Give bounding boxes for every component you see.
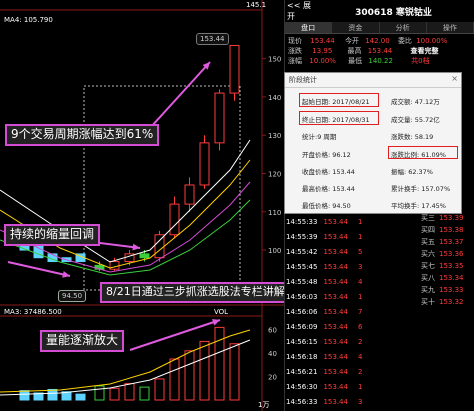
trade-row: 14:55:33 153.44 1: [286, 218, 363, 226]
panel-header: << 展开 300618 寒锐钴业: [285, 0, 474, 22]
trade-row: 14:56:33 153.44 3: [286, 398, 363, 406]
volume-bar: [139, 386, 150, 401]
unit-label: 1万: [258, 401, 270, 409]
trade-row: 14:56:09 153.44 6: [286, 323, 363, 331]
trade-row: 14:56:21 153.44 2: [286, 368, 363, 376]
cum-turnover: 累计换手: 157.07%: [391, 185, 451, 193]
annotation-shrink: 持续的缩量回调: [4, 224, 101, 246]
high-price: 最高价格: 153.44: [302, 185, 355, 193]
candle-body: [139, 253, 150, 259]
panel-tabs: 盘口 资金 分析 操作: [285, 22, 474, 34]
tab-pankou[interactable]: 盘口: [285, 22, 333, 33]
buy-level-row: 买十 153.32: [421, 298, 464, 306]
stat-periods: 统计:9 周期: [302, 133, 337, 141]
candle-body: [199, 142, 210, 186]
candle-body: [169, 203, 180, 236]
change-pct: 涨跌比例: 61.09%: [391, 151, 446, 159]
candle-body: [214, 92, 225, 144]
tab-fenxi[interactable]: 分析: [380, 22, 427, 33]
volume-bar: [199, 340, 210, 401]
quote-row: 涨幅 10.00% 最低 140.22 共0档: [288, 57, 430, 65]
low-price: 最低价格: 94.50: [302, 202, 351, 210]
annotation-volume: 量能逐渐放大: [40, 330, 125, 352]
close-price: 收盘价格: 153.44: [302, 168, 355, 176]
avg-turnover: 平均换手: 17.45%: [391, 202, 446, 210]
volume-bar: [75, 393, 86, 401]
volume-bar: [154, 378, 165, 401]
vol-axis-label: 40: [268, 350, 277, 358]
volume-bar: [169, 358, 180, 401]
volume-bar: [124, 383, 135, 401]
candle-body: [229, 44, 240, 94]
volume: 成交量: 55.72亿: [391, 116, 440, 124]
axis-tick-label: 140: [268, 94, 281, 102]
volume-ma-line: [0, 329, 251, 393]
axis-tick-label: 120: [268, 170, 281, 178]
arrow-head: [62, 271, 70, 278]
view-full-link[interactable]: 查看完整: [410, 47, 438, 55]
arrow-head: [212, 318, 220, 326]
trade-row: 14:56:15 153.44 2: [286, 338, 363, 346]
start-date: 起始日期: 2017/08/21: [302, 98, 370, 106]
buy-level-row: 买八 153.34: [421, 274, 464, 282]
collapse-button[interactable]: << 展开: [285, 0, 313, 22]
axis-tick-label: 130: [268, 132, 281, 140]
volume-bar: [229, 343, 240, 401]
quote-row: 现价 153.44 今开 142.00 委比 100.00%: [288, 37, 448, 45]
trade-row: 14:56:18 153.44 4: [286, 353, 363, 361]
volume-bar: [214, 326, 225, 401]
change: 涨跌数: 58.19: [391, 133, 434, 141]
buy-level-row: 买五 153.37: [421, 238, 464, 246]
vol-axis-label: 60: [268, 327, 277, 335]
buy-level-row: 买四 153.38: [421, 226, 464, 234]
end-date: 终止日期: 2017/08/31: [302, 116, 370, 124]
tab-caozuo[interactable]: 操作: [427, 22, 474, 33]
ma-value: MA4: 105.790: [4, 16, 53, 24]
kline-chart[interactable]: 15014013012011010090604020 MA4: 105.790 …: [0, 0, 291, 411]
volume-bar: [109, 387, 120, 401]
candle-body: [184, 184, 195, 205]
vol-axis-label: 20: [268, 374, 277, 382]
popup-title: 阶段统计: [285, 73, 461, 88]
annotation-arrow: [7, 261, 71, 277]
amount: 成交额: 47.12万: [391, 98, 440, 106]
stock-title: 300618 寒锐钴业: [355, 7, 432, 18]
buy-level-row: 买六 153.36: [421, 250, 464, 258]
vol-ma-value: MA3: 37486.500: [4, 308, 62, 316]
trade-row: 14:55:45 153.44 3: [286, 263, 363, 271]
annotation-arrow: [149, 61, 211, 129]
ma-legend: MA4: 105.790: [4, 16, 53, 24]
vol-legend: MA3: 37486.500: [4, 308, 62, 316]
vol-label: VOL: [214, 308, 229, 316]
trade-row: 14:55:39 153.44 1: [286, 233, 363, 241]
axis-tick-label: 110: [268, 209, 281, 217]
stage-stats-popup: 阶段统计 × 起始日期: 2017/08/21 成交额: 47.12万 终止日期: 2…: [284, 72, 462, 214]
axis-tick-label: 100: [268, 247, 281, 255]
annotation-gain: 9个交易周期涨幅达到61%: [5, 124, 160, 146]
buy-level-row: 买三 153.39: [421, 214, 464, 222]
trade-row: 14:55:48 153.44 4: [286, 278, 363, 286]
axis-label-top: 145.1: [246, 1, 267, 9]
trade-row: 14:56:30 153.44 1: [286, 383, 363, 391]
close-icon[interactable]: ×: [451, 74, 458, 83]
volume-bar: [94, 385, 105, 401]
open-price: 开盘价格: 96.12: [302, 151, 351, 159]
volume-bar: [184, 350, 195, 401]
trade-row: 14:56:03 153.44 1: [286, 293, 363, 301]
volume-bar: [19, 390, 30, 401]
volume-bar: [47, 388, 58, 401]
swing: 振幅: 62.37%: [391, 168, 433, 176]
buy-level-row: 买七 153.35: [421, 262, 464, 270]
trade-row: 14:55:42 153.44 5: [286, 248, 363, 256]
price-high-tag: 153.44: [196, 33, 229, 45]
axis-tick-label: 150: [268, 56, 281, 64]
annotation-method: 8/21日通过三步抓涨选股法专栏讲解: [100, 282, 291, 303]
tab-zijin[interactable]: 资金: [332, 22, 380, 33]
candle-body: [154, 234, 165, 259]
quote-row: 涨跌 13.95 最高 153.44 查看完整: [288, 47, 439, 55]
buy-level-row: 买九 153.33: [421, 286, 464, 294]
trade-row: 14:56:06 153.44 7: [286, 308, 363, 316]
price-low-tag: 94.50: [58, 290, 87, 302]
